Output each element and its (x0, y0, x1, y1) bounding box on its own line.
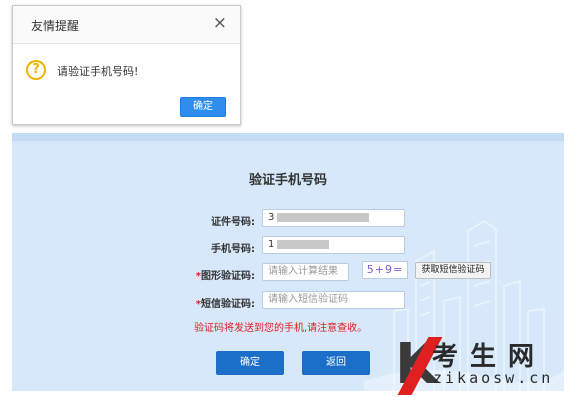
dialog-title: 友情提醒 (31, 19, 80, 33)
page-title: 验证手机号码 (248, 173, 327, 188)
captcha-label-text: 图形验证码: (201, 271, 255, 282)
sms-code-label-text: 短信验证码: (201, 299, 255, 310)
phone-label: 手机号码: (135, 240, 255, 255)
sms-code-input[interactable]: 请输入短信验证码 (262, 291, 405, 309)
alert-dialog: 友情提醒 × ? 请验证手机号码! 确定 (12, 5, 241, 125)
phone-field[interactable]: 1 (262, 236, 405, 254)
id-number-field[interactable]: 3 (262, 209, 405, 227)
captcha-image[interactable]: 5+9= (362, 261, 408, 279)
dialog-header: 友情提醒 × (13, 6, 240, 44)
question-icon: ? (26, 60, 46, 80)
id-number-label: 证件号码: (135, 213, 255, 228)
id-number-value: 3 (268, 212, 275, 223)
captcha-label: *图形验证码: (135, 267, 255, 282)
sms-notice: 验证码将发送到您的手机,请注意查收。 (194, 323, 368, 334)
confirm-button[interactable]: 确定 (216, 351, 284, 375)
close-icon[interactable]: × (213, 13, 227, 33)
watermark-brand: 考生网 (432, 342, 547, 372)
id-number-mask (277, 212, 370, 222)
get-sms-code-button[interactable]: 获取短信验证码 (415, 262, 491, 279)
captcha-input[interactable]: 请输入计算结果 (262, 263, 349, 281)
watermark-url: zikaosw.cn (433, 369, 554, 387)
sms-code-label: *短信验证码: (135, 295, 255, 310)
phone-mask (277, 239, 330, 249)
phone-label-text: 手机号码: (211, 244, 255, 255)
phone-value: 1 (268, 239, 275, 250)
dialog-ok-button[interactable]: 确定 (180, 97, 226, 117)
dialog-message: 请验证手机号码! (57, 65, 139, 78)
id-number-label-text: 证件号码: (211, 217, 255, 228)
back-button[interactable]: 返回 (302, 351, 370, 375)
panel-top-band (12, 133, 564, 141)
